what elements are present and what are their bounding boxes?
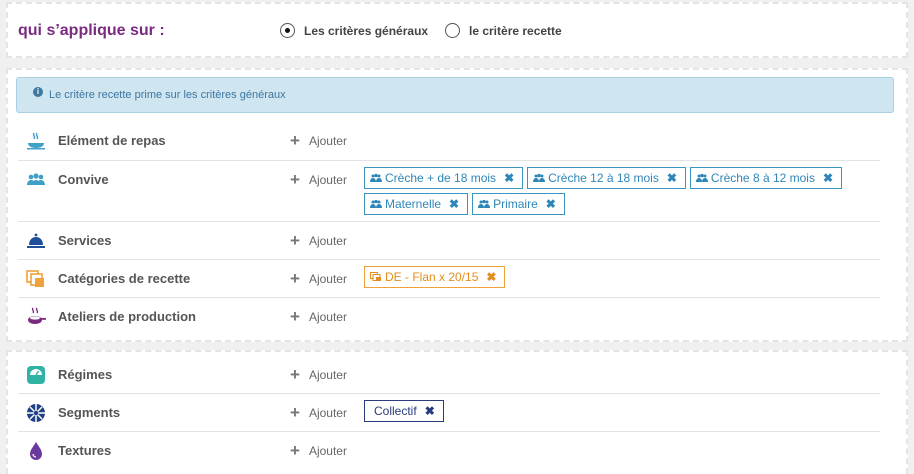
add-label: Ajouter: [308, 310, 347, 324]
info-alert: i Le critère recette prime sur les critè…: [16, 77, 894, 113]
remove-tag-icon[interactable]: ✖: [425, 404, 435, 418]
dish-icon: [26, 131, 46, 151]
people-icon: [370, 199, 382, 208]
stack-icon: [26, 269, 46, 289]
scope-panel: qui s’applique sur : Les critères généra…: [6, 2, 908, 58]
tag-creche-18-plus[interactable]: Crèche + de 18 mois ✖: [364, 167, 524, 189]
tag-primaire[interactable]: Primaire ✖: [472, 193, 565, 215]
remove-tag-icon[interactable]: ✖: [449, 197, 459, 211]
remove-tag-icon[interactable]: ✖: [667, 171, 677, 185]
plus-icon: +: [290, 403, 300, 422]
tag-label: DE - Flan x 20/15: [385, 270, 479, 284]
tag-label: Crèche 12 à 18 mois: [548, 171, 659, 185]
criteria-panel-recipe: Régimes + Ajouter Segments + Ajouter Colle…: [6, 350, 908, 474]
aperture-icon: [26, 403, 46, 423]
add-button-segments[interactable]: + Ajouter: [290, 403, 347, 422]
add-button-ateliers-de-production[interactable]: + Ajouter: [290, 307, 347, 326]
people-icon: [695, 173, 708, 182]
radio-unchecked-icon[interactable]: [445, 23, 460, 38]
plus-icon: +: [290, 441, 300, 460]
tag-creche-8-12[interactable]: Crèche 8 à 12 mois ✖: [689, 167, 843, 189]
criterion-label: Régimes: [58, 367, 113, 382]
criterion-row-services: Services + Ajouter: [18, 222, 880, 260]
remove-tag-icon[interactable]: ✖: [823, 171, 833, 185]
info-message: Le critère recette prime sur les critère…: [49, 89, 286, 101]
tag-creche-12-18[interactable]: Crèche 12 à 18 mois ✖: [527, 167, 686, 189]
criterion-row-element-de-repas: Elément de repas + Ajouter: [18, 122, 880, 161]
remove-tag-icon[interactable]: ✖: [546, 197, 556, 211]
criterion-label: Ateliers de production: [58, 309, 196, 324]
criterion-label: Textures: [58, 443, 112, 458]
radio-checked-icon[interactable]: [280, 23, 295, 38]
segments-tags: Collectif ✖: [364, 400, 884, 422]
people-icon: [26, 170, 46, 190]
cloche-icon: [26, 231, 46, 251]
add-button-services[interactable]: + Ajouter: [290, 231, 347, 250]
criterion-row-categories-de-recette: Catégories de recette + Ajouter DE - Flan…: [18, 260, 880, 298]
plus-icon: +: [290, 269, 300, 288]
add-button-element-de-repas[interactable]: + Ajouter: [290, 131, 347, 150]
criterion-row-ateliers-de-production: Ateliers de production + Ajouter: [18, 298, 880, 336]
info-icon: i: [33, 87, 43, 97]
people-icon: [370, 173, 382, 182]
criterion-label: Convive: [58, 172, 109, 187]
tag-label: Crèche + de 18 mois: [385, 171, 497, 185]
tag-collectif[interactable]: Collectif ✖: [364, 400, 444, 422]
add-button-regimes[interactable]: + Ajouter: [290, 365, 347, 384]
tag-label: Maternelle: [385, 197, 442, 211]
plus-icon: +: [290, 131, 300, 150]
criterion-row-textures: Textures + Ajouter: [18, 432, 880, 470]
convive-tags: Crèche + de 18 mois ✖ Crèche 12 à 18 moi…: [364, 167, 884, 215]
remove-tag-icon[interactable]: ✖: [486, 270, 496, 284]
add-label: Ajouter: [308, 134, 347, 148]
radio-recipe-criterion[interactable]: le critère recette: [445, 23, 562, 38]
criterion-label: Services: [58, 233, 112, 248]
scope-question: qui s’applique sur :: [18, 22, 165, 39]
radio-general-criteria[interactable]: Les critères généraux: [280, 23, 428, 38]
plus-icon: +: [290, 365, 300, 384]
criterion-row-segments: Segments + Ajouter Collectif ✖: [18, 394, 880, 432]
add-label: Ajouter: [308, 234, 347, 248]
tag-de-flan[interactable]: DE - Flan x 20/15 ✖: [364, 266, 506, 288]
criterion-label: Elément de repas: [58, 133, 166, 148]
tag-label: Collectif: [374, 404, 417, 418]
people-icon: [478, 199, 491, 208]
add-button-textures[interactable]: + Ajouter: [290, 441, 347, 460]
plus-icon: +: [290, 231, 300, 250]
criteria-panel-general: i Le critère recette prime sur les critè…: [6, 68, 908, 342]
plus-icon: +: [290, 170, 300, 189]
radio-recipe-label: le critère recette: [469, 23, 562, 38]
people-icon: [533, 173, 546, 182]
add-label: Ajouter: [308, 272, 347, 286]
add-label: Ajouter: [308, 444, 347, 458]
scale-icon: [26, 365, 46, 385]
criterion-row-regimes: Régimes + Ajouter: [18, 356, 880, 394]
pot-icon: [26, 307, 46, 327]
stack-icon: [370, 272, 381, 281]
criterion-label: Segments: [58, 405, 121, 420]
add-label: Ajouter: [308, 406, 347, 420]
drop-icon: [26, 441, 46, 461]
criterion-row-convive: Convive + Ajouter Crèche + de 18 mois ✖ C…: [18, 161, 880, 222]
tag-maternelle[interactable]: Maternelle ✖: [364, 193, 469, 215]
add-button-convive[interactable]: + Ajouter: [290, 170, 347, 189]
remove-tag-icon[interactable]: ✖: [504, 171, 514, 185]
tag-label: Primaire: [493, 197, 538, 211]
radio-general-label: Les critères généraux: [304, 23, 429, 38]
plus-icon: +: [290, 307, 300, 326]
add-label: Ajouter: [308, 368, 347, 382]
add-label: Ajouter: [308, 173, 347, 187]
criterion-label: Catégories de recette: [58, 271, 191, 286]
add-button-categories-de-recette[interactable]: + Ajouter: [290, 269, 347, 288]
tag-label: Crèche 8 à 12 mois: [710, 171, 815, 185]
categories-tags: DE - Flan x 20/15 ✖: [364, 266, 884, 288]
